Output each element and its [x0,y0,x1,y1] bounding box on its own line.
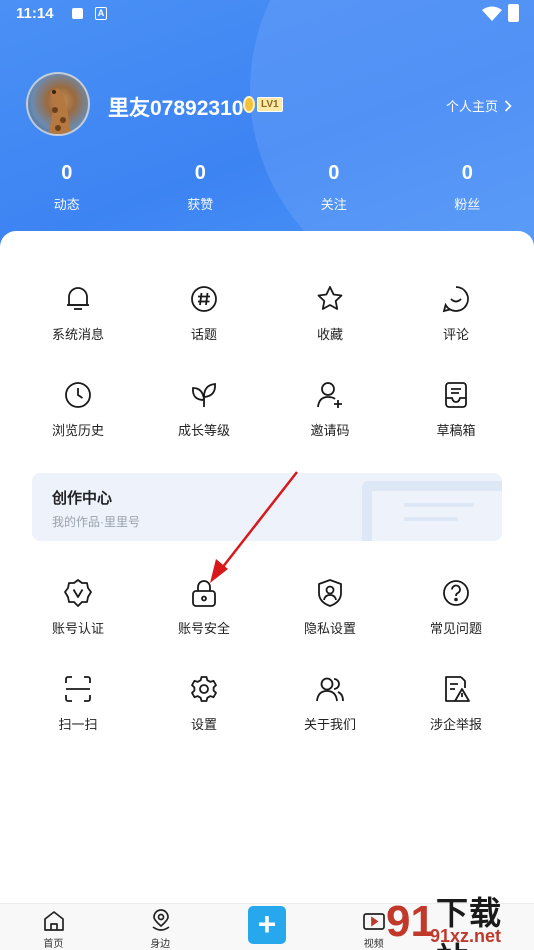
menu-item-label: 扫一扫 [58,717,98,732]
menu-item-scan[interactable]: 扫一扫 [15,674,141,770]
creation-center-title: 创作中心 [52,490,113,507]
chevron-right-icon [504,99,512,112]
comment-icon [442,286,469,313]
leaf-icon [192,383,216,407]
nav-home[interactable]: 首页 [0,904,107,950]
menu-item-browse-history[interactable]: 浏览历史 [15,380,141,476]
menu-item-label: 系统消息 [51,327,104,342]
verified-badge-icon [64,579,92,607]
bell-icon [67,287,89,310]
stat-label: 粉丝 [454,197,481,212]
menu-item-label: 邀请码 [310,423,350,438]
header-decoration [250,0,534,262]
stats-row: 0 动态 0 获赞 0 关注 0 粉丝 [0,160,534,213]
menu-item-growth-level[interactable]: 成长等级 [141,380,267,476]
gear-icon [191,676,217,702]
watermark: 91 下载站 91xz.net [378,880,534,950]
nav-nearby[interactable]: 身边 [107,904,214,950]
people-icon [316,677,344,702]
stat-label: 关注 [320,197,347,212]
watermark-url: 91xz.net [430,926,502,946]
menu-item-label: 浏览历史 [51,423,104,438]
card-decoration-line [404,503,474,507]
nav-label: 首页 [43,939,64,950]
question-icon [443,580,469,606]
menu-item-account-verification[interactable]: 账号认证 [15,578,141,674]
menu-item-label: 评论 [442,327,469,342]
menu-item-label: 常见问题 [429,621,482,636]
stat-posts[interactable]: 0 动态 [0,160,134,213]
nav-label: 身边 [150,939,171,950]
add-button[interactable]: + [248,906,286,944]
menu-item-label: 隐私设置 [303,621,356,636]
menu-item-label: 草稿箱 [436,423,476,438]
stat-following[interactable]: 0 关注 [267,160,401,213]
menu-item-label: 设置 [190,717,217,732]
menu-item-label: 涉企举报 [429,717,482,732]
a-badge-icon: A [95,7,107,20]
giraffe-avatar-image [48,88,72,134]
stat-likes[interactable]: 0 获赞 [134,160,268,213]
menu-item-label: 话题 [190,327,217,342]
drafts-icon [445,382,467,408]
location-icon [152,909,170,931]
status-bar: 11:14 A [0,0,534,28]
stat-value: 0 [61,162,73,184]
history-icon [65,382,91,408]
report-icon [445,676,470,702]
hashtag-icon [191,286,217,312]
menu-item-invite-code[interactable]: 邀请码 [267,380,393,476]
menu-item-label: 关于我们 [303,717,356,732]
menu-item-comments[interactable]: 评论 [393,284,519,380]
menu-item-topics[interactable]: 话题 [141,284,267,380]
creation-center-subtitle: 我的作品·里里号 [52,515,140,529]
menu-item-settings[interactable]: 设置 [141,674,267,770]
menu-item-faq[interactable]: 常见问题 [393,578,519,674]
scan-icon [65,676,91,702]
card-decoration [362,481,502,541]
level-badge[interactable]: LV1 [243,94,283,114]
username: 里友07892310 [108,97,244,120]
status-time: 11:14 [16,5,54,22]
menu-item-label: 账号认证 [51,621,104,636]
profile-page-link[interactable]: 个人主页 [446,96,512,115]
add-user-icon [317,382,342,408]
avatar[interactable] [26,72,90,136]
watermark-logo: 91 [386,897,432,942]
menu-item-about-us[interactable]: 关于我们 [267,674,393,770]
menu-item-favorites[interactable]: 收藏 [267,284,393,380]
profile-link-label: 个人主页 [445,99,498,114]
menu-grid-top: 系统消息 话题 收藏 评论 浏览历史 成长等级 邀请码 草稿箱 [0,284,534,476]
profile-header: 11:14 A 里友07892310 LV1 个人主页 0 动态 0 获赞 0 … [0,0,534,262]
stat-label: 动态 [53,197,80,212]
svg-text:91: 91 [386,897,432,942]
card-decoration-line [404,517,458,521]
menu-item-system-messages[interactable]: 系统消息 [15,284,141,380]
menu-item-label: 收藏 [316,327,343,342]
level-text: LV1 [257,96,283,112]
stat-followers[interactable]: 0 粉丝 [401,160,534,213]
creation-center-card[interactable]: 创作中心 我的作品·里里号 [32,473,502,541]
home-icon [44,911,64,931]
menu-grid-bottom: 账号认证 账号安全 隐私设置 常见问题 扫一扫 设置 关于我们 涉企举报 [0,578,534,770]
notification-icon [72,8,83,19]
stat-value: 0 [461,162,473,184]
lock-icon [192,580,216,607]
menu-item-label: 成长等级 [177,423,230,438]
battery-icon [508,4,519,22]
stat-value: 0 [328,162,340,184]
menu-item-label: 账号安全 [177,621,230,636]
menu-item-account-security[interactable]: 账号安全 [141,578,267,674]
menu-item-enterprise-report[interactable]: 涉企举报 [393,674,519,770]
stat-value: 0 [194,162,206,184]
menu-item-privacy-settings[interactable]: 隐私设置 [267,578,393,674]
wifi-icon [482,6,502,21]
shield-user-icon [318,579,342,607]
star-icon [317,286,343,310]
stat-label: 获赞 [187,197,214,212]
medal-icon [243,95,255,113]
menu-item-drafts[interactable]: 草稿箱 [393,380,519,476]
